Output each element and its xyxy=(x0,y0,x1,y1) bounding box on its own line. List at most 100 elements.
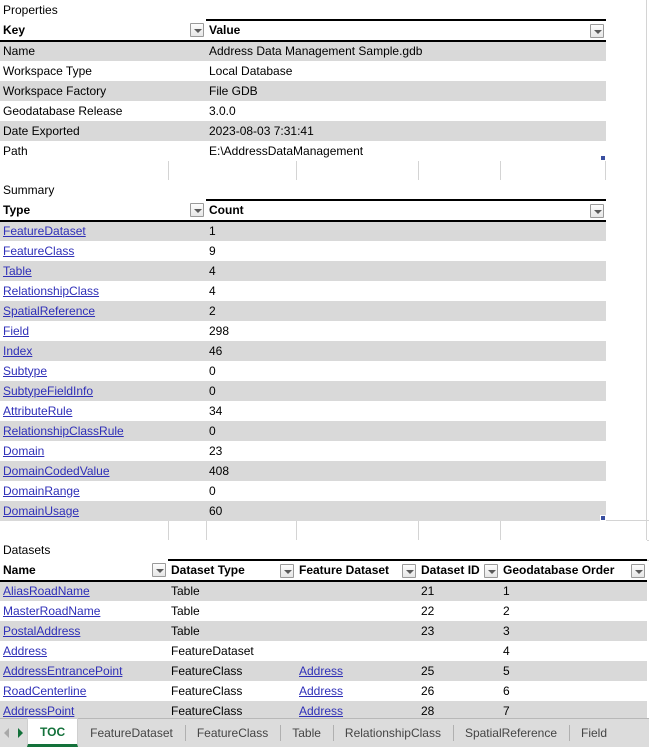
table-row[interactable]: MasterRoadName Table 22 2 xyxy=(0,601,647,621)
table-row[interactable]: Subtype 0 xyxy=(0,361,606,381)
dataset-name-link[interactable]: AddressPoint xyxy=(3,704,74,718)
summary-type-cell[interactable]: DomainCodedValue xyxy=(0,461,206,481)
table-row[interactable]: DomainUsage 60 xyxy=(0,501,606,521)
dataset-name-link[interactable]: AddressEntrancePoint xyxy=(3,664,122,678)
table-row[interactable]: AliasRoadName Table 21 1 xyxy=(0,581,647,601)
table-row[interactable]: RelationshipClass 4 xyxy=(0,281,606,301)
dataset-name-link[interactable]: Address xyxy=(3,644,47,658)
summary-type-link[interactable]: FeatureDataset xyxy=(3,224,86,238)
dataset-feature-dataset-cell[interactable] xyxy=(296,621,418,641)
table-row[interactable]: RoadCenterline FeatureClass Address 26 6 xyxy=(0,681,647,701)
summary-type-cell[interactable]: Field xyxy=(0,321,206,341)
table-row[interactable]: FeatureClass 9 xyxy=(0,241,606,261)
summary-type-cell[interactable]: RelationshipClassRule xyxy=(0,421,206,441)
table-row[interactable]: Address FeatureDataset 4 xyxy=(0,641,647,661)
dataset-name-cell[interactable]: MasterRoadName xyxy=(0,601,168,621)
summary-type-cell[interactable]: RelationshipClass xyxy=(0,281,206,301)
summary-type-cell[interactable]: FeatureClass xyxy=(0,241,206,261)
summary-type-cell[interactable]: SpatialReference xyxy=(0,301,206,321)
sheet-tab-relationshipclass[interactable]: RelationshipClass xyxy=(332,719,453,747)
filter-dropdown-icon-dataset-id[interactable] xyxy=(484,564,498,578)
table-row[interactable]: SpatialReference 2 xyxy=(0,301,606,321)
sheet-tab-field[interactable]: Field xyxy=(569,719,619,747)
sheet-tab-featuredataset[interactable]: FeatureDataset xyxy=(78,719,185,747)
table-row[interactable]: AddressEntrancePoint FeatureClass Addres… xyxy=(0,661,647,681)
fill-handle-summary[interactable] xyxy=(600,515,606,521)
summary-type-link[interactable]: Index xyxy=(3,344,32,358)
table-row[interactable]: FeatureDataset 1 xyxy=(0,221,606,241)
sheet-tab-table[interactable]: Table xyxy=(280,719,333,747)
table-row[interactable]: Path E:\AddressDataManagement xyxy=(0,141,606,161)
dataset-feature-dataset-cell[interactable]: Address xyxy=(296,661,418,681)
filter-dropdown-icon-feature-dataset[interactable] xyxy=(402,564,416,578)
dataset-feature-dataset-cell[interactable]: Address xyxy=(296,701,418,718)
summary-type-cell[interactable]: DomainRange xyxy=(0,481,206,501)
sheet-tab-spatialreference[interactable]: SpatialReference xyxy=(452,719,569,747)
summary-type-cell[interactable]: SubtypeFieldInfo xyxy=(0,381,206,401)
table-row[interactable]: AddressPoint FeatureClass Address 28 7 xyxy=(0,701,647,718)
summary-type-cell[interactable]: DomainUsage xyxy=(0,501,206,521)
summary-type-link[interactable]: SpatialReference xyxy=(3,304,95,318)
datasets-table[interactable]: Datasets Name Dataset Type Feature Datas… xyxy=(0,540,647,718)
table-row[interactable]: PostalAddress Table 23 3 xyxy=(0,621,647,641)
filter-dropdown-icon-key[interactable] xyxy=(190,23,204,37)
summary-type-cell[interactable]: Table xyxy=(0,261,206,281)
sheet-nav-buttons[interactable] xyxy=(0,719,27,747)
summary-type-link[interactable]: Table xyxy=(3,264,32,278)
summary-type-link[interactable]: AttributeRule xyxy=(3,404,72,418)
summary-type-cell[interactable]: Index xyxy=(0,341,206,361)
filter-dropdown-icon-name[interactable] xyxy=(152,563,166,577)
dataset-name-cell[interactable]: AliasRoadName xyxy=(0,581,168,601)
table-row[interactable]: Field 298 xyxy=(0,321,606,341)
filter-dropdown-icon-dataset-type[interactable] xyxy=(280,564,294,578)
table-row[interactable]: Date Exported 2023-08-03 7:31:41 xyxy=(0,121,606,141)
dataset-feature-dataset-cell[interactable] xyxy=(296,601,418,621)
summary-type-link[interactable]: RelationshipClassRule xyxy=(3,424,124,438)
table-row[interactable]: Name Address Data Management Sample.gdb xyxy=(0,41,606,61)
dataset-name-cell[interactable]: Address xyxy=(0,641,168,661)
table-row[interactable]: DomainRange 0 xyxy=(0,481,606,501)
dataset-name-cell[interactable]: RoadCenterline xyxy=(0,681,168,701)
dataset-feature-dataset-cell[interactable] xyxy=(296,581,418,601)
summary-type-cell[interactable]: FeatureDataset xyxy=(0,221,206,241)
table-row[interactable]: RelationshipClassRule 0 xyxy=(0,421,606,441)
table-row[interactable]: Domain 23 xyxy=(0,441,606,461)
sheet-tab-bar[interactable]: TOC FeatureDataset FeatureClass Table Re… xyxy=(0,718,649,747)
summary-type-link[interactable]: FeatureClass xyxy=(3,244,74,258)
next-sheet-icon[interactable] xyxy=(18,728,23,738)
dataset-name-link[interactable]: RoadCenterline xyxy=(3,684,86,698)
filter-dropdown-icon-value[interactable] xyxy=(590,24,604,38)
summary-type-link[interactable]: Subtype xyxy=(3,364,47,378)
summary-type-cell[interactable]: Subtype xyxy=(0,361,206,381)
dataset-name-link[interactable]: PostalAddress xyxy=(3,624,80,638)
summary-type-link[interactable]: DomainRange xyxy=(3,484,80,498)
properties-table[interactable]: Properties Key Value Name Address Data M… xyxy=(0,0,606,161)
dataset-feature-dataset-link[interactable]: Address xyxy=(299,684,343,698)
table-row[interactable]: Geodatabase Release 3.0.0 xyxy=(0,101,606,121)
previous-sheet-icon[interactable] xyxy=(4,728,9,738)
dataset-feature-dataset-cell[interactable] xyxy=(296,641,418,661)
table-row[interactable]: SubtypeFieldInfo 0 xyxy=(0,381,606,401)
summary-type-link[interactable]: Field xyxy=(3,324,29,338)
filter-dropdown-icon-count[interactable] xyxy=(590,204,604,218)
dataset-name-cell[interactable]: PostalAddress xyxy=(0,621,168,641)
filter-dropdown-icon-geodatabase-order[interactable] xyxy=(631,564,645,578)
dataset-name-link[interactable]: MasterRoadName xyxy=(3,604,100,618)
fill-handle-properties[interactable] xyxy=(600,155,606,161)
dataset-feature-dataset-link[interactable]: Address xyxy=(299,704,343,718)
summary-type-link[interactable]: Domain xyxy=(3,444,44,458)
table-row[interactable]: Index 46 xyxy=(0,341,606,361)
summary-type-cell[interactable]: AttributeRule xyxy=(0,401,206,421)
summary-type-link[interactable]: DomainUsage xyxy=(3,504,79,518)
spreadsheet-canvas[interactable]: Properties Key Value Name Address Data M… xyxy=(0,0,649,718)
dataset-feature-dataset-link[interactable]: Address xyxy=(299,664,343,678)
table-row[interactable]: Workspace Factory File GDB xyxy=(0,81,606,101)
table-row[interactable]: Table 4 xyxy=(0,261,606,281)
sheet-tab-featureclass[interactable]: FeatureClass xyxy=(184,719,280,747)
summary-table[interactable]: Summary Type Count FeatureDataset 1 Feat… xyxy=(0,180,606,521)
summary-type-link[interactable]: DomainCodedValue xyxy=(3,464,110,478)
table-row[interactable]: Workspace Type Local Database xyxy=(0,61,606,81)
filter-dropdown-icon-type[interactable] xyxy=(190,203,204,217)
dataset-name-link[interactable]: AliasRoadName xyxy=(3,584,90,598)
table-row[interactable]: AttributeRule 34 xyxy=(0,401,606,421)
